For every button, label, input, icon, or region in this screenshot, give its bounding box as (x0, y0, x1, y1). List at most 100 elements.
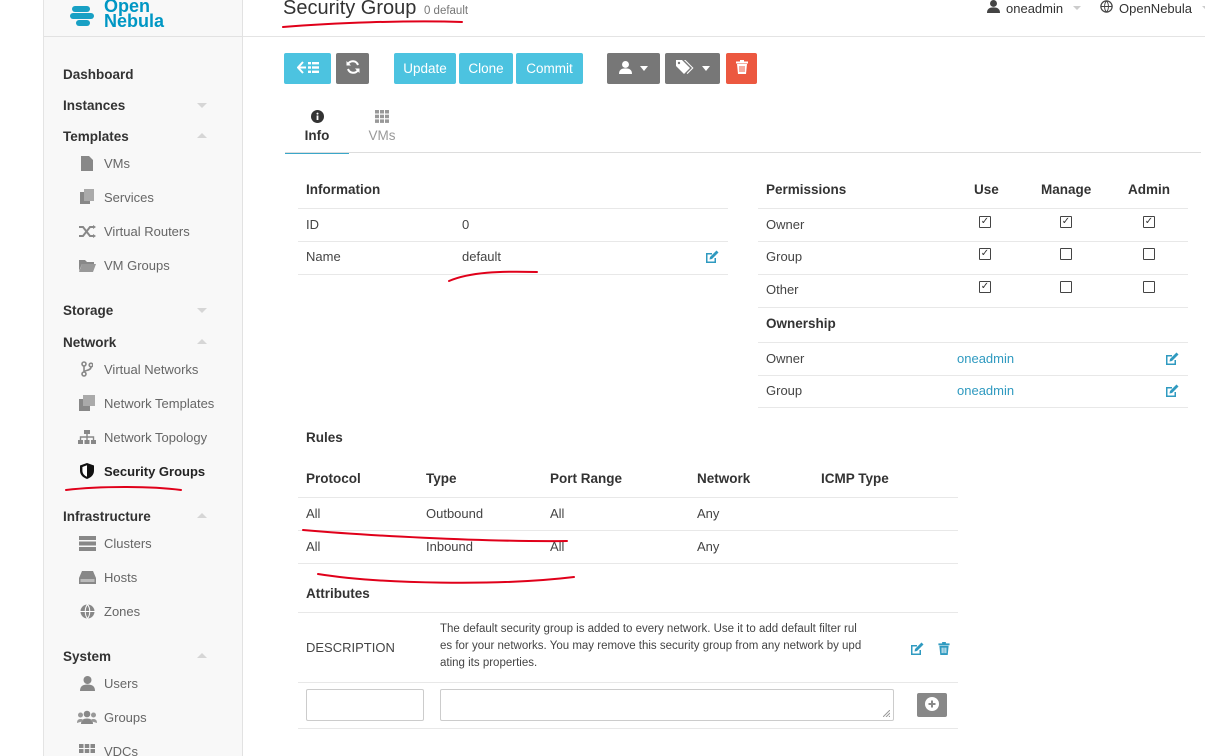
labels-button[interactable] (665, 53, 720, 84)
edit-icon[interactable] (705, 249, 719, 263)
perm-other-admin-checkbox[interactable] (1143, 281, 1155, 293)
table-divider (298, 274, 728, 275)
hdd-icon (77, 569, 97, 585)
zone-menu[interactable]: OpenNebula (1100, 0, 1205, 16)
sidebar-item-network-templates[interactable]: Network Templates (77, 393, 214, 413)
page-title: Security Group 0 default (283, 0, 468, 20)
clone-button[interactable]: Clone (459, 53, 513, 84)
sidebar-item-security-groups[interactable]: Security Groups (77, 461, 205, 481)
page-subtitle: 0 default (423, 5, 469, 17)
delete-button[interactable] (726, 53, 757, 84)
new-attribute-value-textarea[interactable] (440, 689, 894, 721)
info-id-value: 0 (462, 217, 470, 232)
info-name-label: Name (306, 249, 341, 264)
sidebar-item-templates[interactable]: Templates (63, 129, 129, 144)
table-divider (758, 274, 1188, 275)
new-attribute-key-input[interactable] (306, 689, 424, 721)
sidebar-item-label: Hosts (104, 569, 138, 585)
sidebar-item-network-topology[interactable]: Network Topology (77, 427, 207, 447)
sidebar-item-storage[interactable]: Storage (63, 303, 113, 318)
chevron-down-icon[interactable] (197, 308, 207, 313)
commit-button[interactable]: Commit (516, 53, 583, 84)
sidebar-item-system[interactable]: System (63, 649, 111, 664)
add-attribute-button[interactable] (917, 693, 947, 717)
table-divider (298, 241, 728, 242)
rule-1-network: Any (697, 539, 720, 554)
change-owner-button[interactable] (607, 53, 660, 84)
perm-other-use-checkbox[interactable]: ✓ (979, 281, 991, 293)
rule-0-network: Any (697, 506, 720, 521)
user-icon (619, 60, 632, 77)
info-circle-icon (310, 110, 324, 126)
sidebar-item-zones[interactable]: Zones (77, 601, 140, 621)
refresh-button[interactable] (336, 53, 369, 84)
info-id-label: ID (306, 217, 319, 232)
rule-1-type: Inbound (426, 539, 473, 554)
permissions-col-use: Use (974, 182, 999, 197)
opennebula-logo-icon (70, 2, 100, 26)
tab-vms[interactable]: VMs (352, 110, 412, 154)
globe-icon (1100, 0, 1113, 16)
page-title-text: Security Group (283, 0, 417, 19)
perm-other-manage-checkbox[interactable] (1060, 281, 1072, 293)
tab-info[interactable]: Info (285, 110, 349, 154)
update-button[interactable]: Update (394, 53, 456, 84)
folder-open-icon (77, 257, 97, 273)
sidebar-item-hosts[interactable]: Hosts (77, 567, 137, 587)
server-icon (77, 535, 97, 551)
chevron-up-icon[interactable] (197, 513, 207, 518)
sidebar-item-label: Services (104, 189, 154, 205)
chevron-up-icon[interactable] (197, 653, 207, 658)
rules-col-type: Type (426, 471, 457, 486)
perm-owner-admin-checkbox[interactable]: ✓ (1143, 216, 1155, 228)
ownership-group-value[interactable]: oneadmin (957, 383, 1014, 398)
sidebar-item-instances[interactable]: Instances (63, 98, 125, 113)
sidebar-item-virtual-networks[interactable]: Virtual Networks (77, 359, 198, 379)
tags-icon (675, 60, 694, 77)
perm-group-label: Group (766, 249, 803, 264)
perm-group-manage-checkbox[interactable] (1060, 248, 1072, 260)
table-divider (758, 241, 1188, 242)
trash-icon (735, 60, 748, 77)
rules-col-protocol: Protocol (306, 471, 361, 486)
user-menu[interactable]: oneadmin (987, 0, 1082, 16)
chevron-up-icon[interactable] (197, 133, 207, 138)
rule-0-port-range: All (550, 506, 565, 521)
trash-icon[interactable] (937, 641, 951, 655)
sidebar-item-vm-groups[interactable]: VM Groups (77, 255, 170, 275)
perm-group-use-checkbox[interactable]: ✓ (979, 248, 991, 260)
edit-icon[interactable] (1165, 383, 1179, 397)
attribute-value-line: ating its properties. (440, 657, 538, 669)
sidebar-item-groups[interactable]: Groups (77, 707, 147, 727)
opennebula-logo[interactable]: Open Nebula (70, 0, 164, 32)
sitemap-icon (77, 429, 97, 445)
perm-group-admin-checkbox[interactable] (1143, 248, 1155, 260)
resize-handle-icon[interactable] (883, 710, 890, 717)
chevron-up-icon[interactable] (197, 339, 207, 344)
perm-owner-manage-checkbox[interactable]: ✓ (1060, 216, 1072, 228)
rule-0-type: Outbound (426, 506, 484, 521)
table-divider (758, 375, 1188, 376)
sidebar-item-vm-templates[interactable]: VMs (77, 153, 130, 173)
sidebar-item-virtual-routers[interactable]: Virtual Routers (77, 221, 190, 241)
back-to-list-button[interactable] (284, 53, 331, 84)
perm-owner-use-checkbox[interactable]: ✓ (979, 216, 991, 228)
edit-icon[interactable] (910, 641, 924, 655)
ownership-owner-value[interactable]: oneadmin (957, 351, 1014, 366)
sidebar-item-network[interactable]: Network (63, 335, 116, 350)
rules-col-network: Network (697, 471, 751, 486)
sidebar-item-infrastructure[interactable]: Infrastructure (63, 509, 151, 524)
sidebar-item-label: Security Groups (104, 463, 206, 479)
rule-0-protocol: All (306, 506, 321, 521)
code-fork-icon (77, 361, 97, 377)
outer-strip (0, 0, 44, 756)
sidebar-item-users[interactable]: Users (77, 673, 138, 693)
sidebar-item-services[interactable]: Services (77, 187, 154, 207)
chevron-down-icon[interactable] (197, 103, 207, 108)
edit-icon[interactable] (1165, 351, 1179, 365)
sidebar-item-dashboard[interactable]: Dashboard (63, 67, 134, 82)
tab-info-label: Info (304, 128, 330, 143)
table-divider (758, 342, 1188, 343)
sidebar-item-clusters[interactable]: Clusters (77, 533, 152, 553)
sidebar-item-vdcs[interactable]: VDCs (77, 741, 138, 756)
